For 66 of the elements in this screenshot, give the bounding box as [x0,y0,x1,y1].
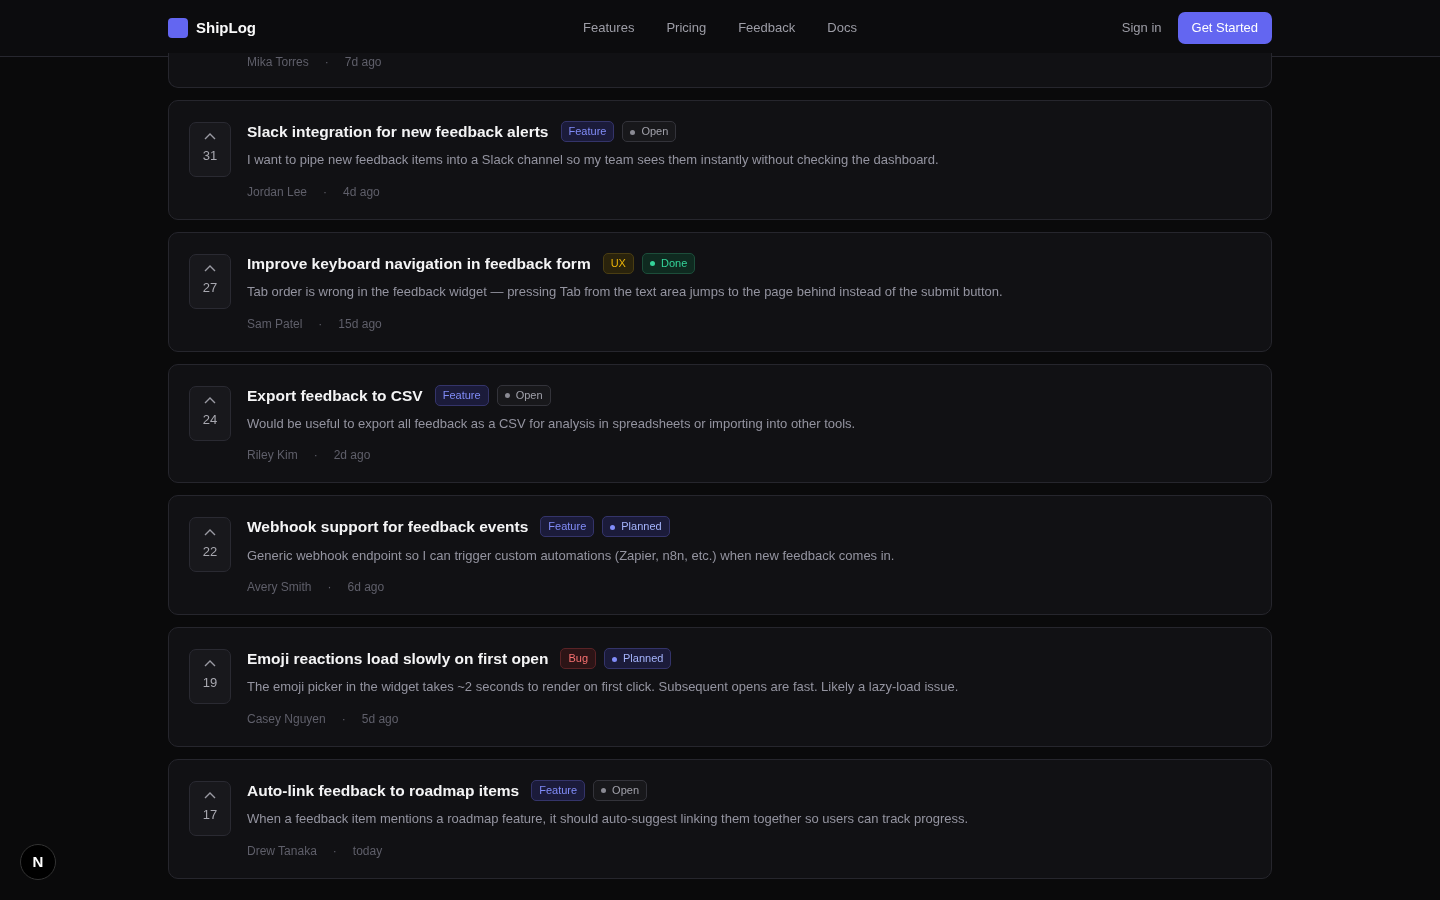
item-title[interactable]: Emoji reactions load slowly on first open [247,647,549,671]
category-tag: Feature [560,121,615,143]
dev-indicator-button[interactable]: N [20,844,56,880]
author-name: Sam Patel [247,315,303,333]
item-description: The emoji picker in the widget takes ~2 seconds to render on first click. Subsequent opens are fast. Likely a lazy-load issue. [247,678,960,697]
upvote-button[interactable]: 19 [189,649,231,704]
author-name: Mika Torres [247,54,309,71]
separator-dot: · [341,710,346,728]
nav-link[interactable]: Docs [827,18,857,38]
author-name: Jordan Lee [247,183,308,201]
nav-link[interactable]: Pricing [666,18,707,38]
sign-in-link[interactable]: Sign in [1121,18,1162,38]
item-description: Would be useful to export all feedback as a CSV for analysis in spreadsheets or importing into other tools. [247,414,857,433]
chevron-up-icon [204,792,216,799]
chevron-up-icon [204,660,216,668]
item-title[interactable]: Slack integration for new feedback alerts [247,120,549,144]
author-name: Drew Tanaka [247,842,317,860]
separator-dot: · [318,315,323,333]
timestamp: 7d ago [344,54,382,71]
timestamp: 6d ago [347,579,385,596]
item-description: Tab order is wrong in the feedback widget — pressing Tab from the text area jumps to the page behind instead of the submit button. [247,283,1004,301]
timestamp: 5d ago [361,710,399,728]
chevron-up-icon [204,396,216,404]
category-tag: Feature [540,516,595,538]
item-title[interactable]: Export feedback to CSV [247,383,423,407]
nav-link[interactable]: Features [583,18,635,38]
chevron-up-icon [204,133,216,141]
separator-dot: · [332,842,337,860]
status-badge: Planned [604,648,672,670]
chevron-up-icon [204,528,216,536]
item-description: Generic webhook endpoint so I can trigger custom automations (Zapier, n8n, etc.) when new feedback comes in. [247,546,896,565]
status-badge: Open [593,779,647,801]
status-badge: Open [496,384,551,406]
category-tag: UX [602,252,634,274]
category-tag: Feature [531,779,586,801]
item-description: I want to pipe new feedback items into a Slack channel so my team sees them instantly without checking the dashboard. [247,151,940,170]
category-tag: Bug [560,648,597,670]
timestamp: today [352,842,383,860]
item-title[interactable]: Improve keyboard navigation in feedback form [247,251,591,275]
item-title[interactable]: Webhook support for feedback events [247,515,529,539]
upvote-button[interactable]: 24 [189,385,231,441]
timestamp: 4d ago [343,183,380,201]
category-tag: Feature [434,384,489,406]
status-badge: Done [641,252,696,274]
item-title[interactable]: Auto-link feedback to roadmap items [247,778,520,802]
author-name: Avery Smith [247,579,312,596]
timestamp: 15d ago [338,315,382,333]
separator-dot: · [313,447,318,465]
timestamp: 2d ago [333,447,371,465]
chevron-up-icon [204,265,216,272]
author-name: Casey Nguyen [247,710,326,728]
item-description: When a feedback item mentions a roadmap feature, it should auto-suggest linking them together so users can track progress. [247,810,970,828]
status-badge: Planned [602,516,670,538]
upvote-button[interactable]: 17 [189,780,231,836]
author-name: Riley Kim [247,447,298,465]
separator-dot: · [324,54,329,71]
upvote-button[interactable]: 22 [189,517,231,573]
nav-link[interactable]: Feedback [738,18,796,38]
upvote-button[interactable]: 27 [189,253,231,309]
upvote-button[interactable]: 31 [189,122,231,177]
brand-name[interactable]: ShipLog [196,16,256,40]
separator-dot: · [323,183,328,201]
separator-dot: · [327,579,332,596]
status-badge: Open [622,121,677,143]
logo-icon [168,18,188,38]
get-started-button[interactable]: Get Started [1177,12,1272,44]
